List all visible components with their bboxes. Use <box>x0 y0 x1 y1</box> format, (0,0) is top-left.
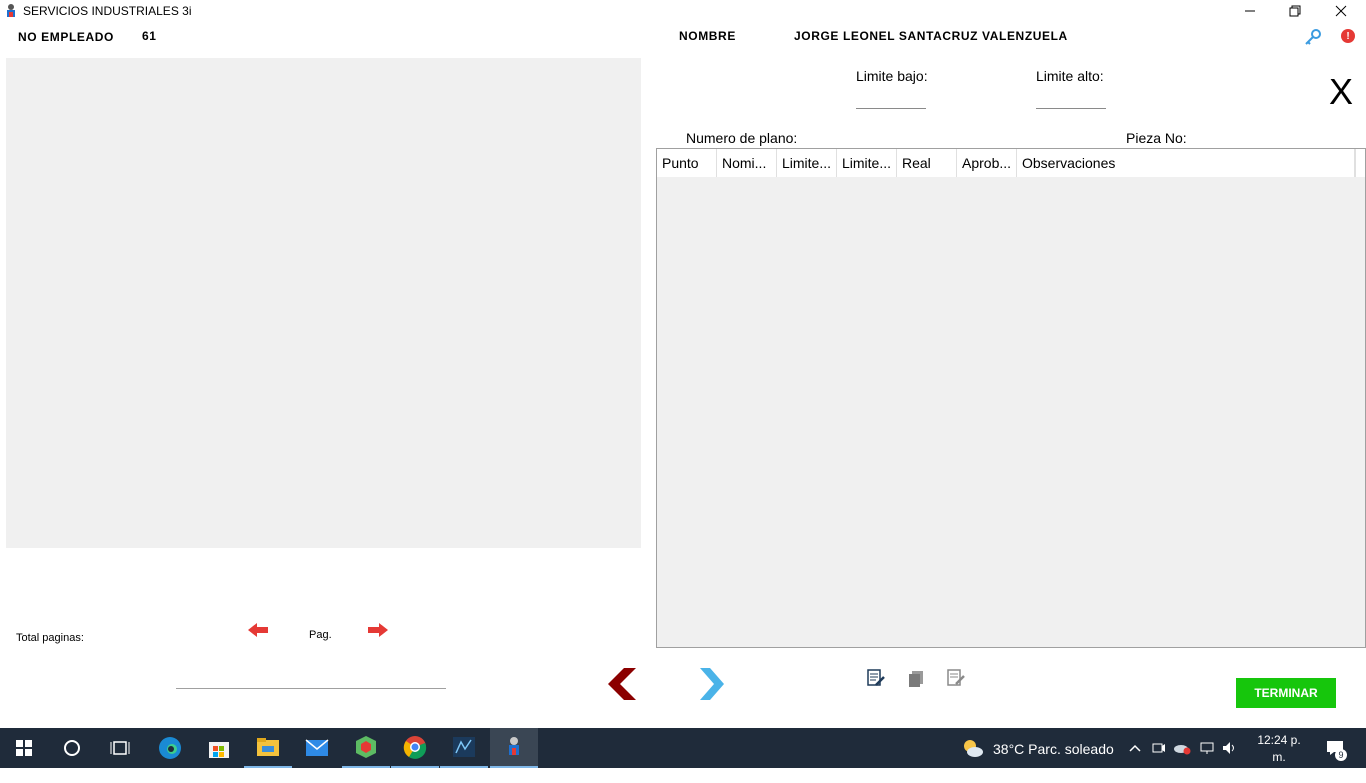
next-page-arrow-icon[interactable] <box>366 620 390 640</box>
tray-meet-now[interactable] <box>1149 738 1169 758</box>
edge-icon <box>159 737 181 759</box>
high-limit-field[interactable] <box>1036 108 1106 109</box>
weather-text[interactable]: 38°C Parc. soleado <box>993 741 1114 757</box>
taskbar-mysql-workbench[interactable] <box>440 728 488 768</box>
edit-document-icon[interactable] <box>866 668 886 688</box>
name-label: NOMBRE <box>679 29 736 43</box>
close-icon <box>1335 5 1347 17</box>
taskbar-chrome[interactable] <box>391 728 439 768</box>
column-header[interactable]: Observaciones <box>1017 149 1355 177</box>
restore-icon <box>1289 5 1301 17</box>
tray-volume[interactable] <box>1220 738 1240 758</box>
key-icon[interactable] <box>1304 28 1322 46</box>
column-header[interactable]: Real <box>897 149 957 177</box>
search-circle-icon <box>64 740 80 756</box>
edit-document-disabled-icon[interactable] <box>946 668 966 688</box>
total-pages-label: Total paginas: <box>16 632 84 644</box>
task-view-icon <box>110 741 130 755</box>
taskbar-file-explorer[interactable] <box>244 728 292 768</box>
copy-document-icon[interactable] <box>906 668 926 688</box>
window-title: SERVICIOS INDUSTRIALES 3i <box>23 4 192 18</box>
minimize-button[interactable] <box>1227 0 1273 22</box>
page-label: Pag. <box>309 629 332 641</box>
mail-icon <box>305 739 329 756</box>
start-button[interactable] <box>0 728 48 768</box>
document-preview <box>6 58 641 548</box>
search-button[interactable] <box>48 728 96 768</box>
name-value: JORGE LEONEL SANTACRUZ VALENZUELA <box>794 29 1068 43</box>
alert-icon[interactable]: ! <box>1341 29 1355 43</box>
forward-chevron-icon[interactable] <box>698 666 726 702</box>
workbench-icon <box>453 737 475 757</box>
piece-number-label: Pieza No: <box>1126 130 1187 146</box>
camera-icon <box>1152 743 1165 753</box>
taskbar-mail[interactable] <box>293 728 341 768</box>
restore-button[interactable] <box>1272 0 1318 22</box>
employee-number-value: 61 <box>142 29 157 43</box>
page-input-underline[interactable] <box>176 688 446 689</box>
taskbar-edge[interactable] <box>146 728 194 768</box>
taskbar-servicios-app[interactable] <box>490 728 538 768</box>
weather-partly-sunny-icon[interactable] <box>962 737 984 759</box>
column-header[interactable]: Punto <box>657 149 717 177</box>
tray-network[interactable] <box>1197 738 1217 758</box>
column-header[interactable]: Aprob... <box>957 149 1017 177</box>
speaker-icon <box>1223 742 1234 754</box>
servicios-app-icon <box>509 737 519 755</box>
store-icon <box>209 742 229 758</box>
clock-date: 13/06/2022 <box>1249 767 1310 781</box>
chrome-icon <box>403 736 427 759</box>
grid-header-filler <box>1355 149 1365 177</box>
employee-number-label: NO EMPLEADO <box>18 30 114 44</box>
high-limit-label: Limite alto: <box>1036 68 1104 84</box>
low-limit-label: Limite bajo: <box>856 68 928 84</box>
windows-logo-icon <box>16 740 32 756</box>
grid-header: Punto Nomi... Limite... Limite... Real A… <box>657 149 1355 177</box>
column-header[interactable]: Limite... <box>837 149 897 177</box>
task-view-button[interactable] <box>96 728 144 768</box>
notification-count-badge: 9 <box>1335 749 1347 761</box>
column-header[interactable]: Limite... <box>777 149 837 177</box>
taskbar-store[interactable] <box>195 728 243 768</box>
low-limit-field[interactable] <box>856 108 926 109</box>
clock-time: 12:24 p. m. <box>1257 733 1301 764</box>
close-panel-button[interactable]: X <box>1329 72 1353 112</box>
chevron-up-icon <box>1129 744 1141 752</box>
inspection-grid[interactable]: Punto Nomi... Limite... Limite... Real A… <box>656 148 1366 648</box>
column-header[interactable]: Nomi... <box>717 149 777 177</box>
cube-app-icon <box>356 736 376 758</box>
minimize-icon <box>1245 10 1255 12</box>
app-icon <box>7 4 15 17</box>
terminar-button[interactable]: TERMINAR <box>1236 678 1336 708</box>
close-window-button[interactable] <box>1318 0 1364 22</box>
clock[interactable]: 12:24 p. m. 13/06/2022 <box>1249 732 1309 783</box>
tray-onedrive[interactable] <box>1172 738 1192 758</box>
network-icon <box>1200 742 1214 754</box>
cloud-error-icon <box>1174 745 1191 755</box>
title-bar <box>0 0 1366 22</box>
plan-number-label: Numero de plano: <box>686 130 798 146</box>
prev-page-arrow-icon[interactable] <box>246 620 270 640</box>
taskbar-app-cube[interactable] <box>342 728 390 768</box>
show-hidden-icons-button[interactable] <box>1125 738 1145 758</box>
back-chevron-icon[interactable] <box>606 666 638 702</box>
folder-icon <box>257 738 279 756</box>
